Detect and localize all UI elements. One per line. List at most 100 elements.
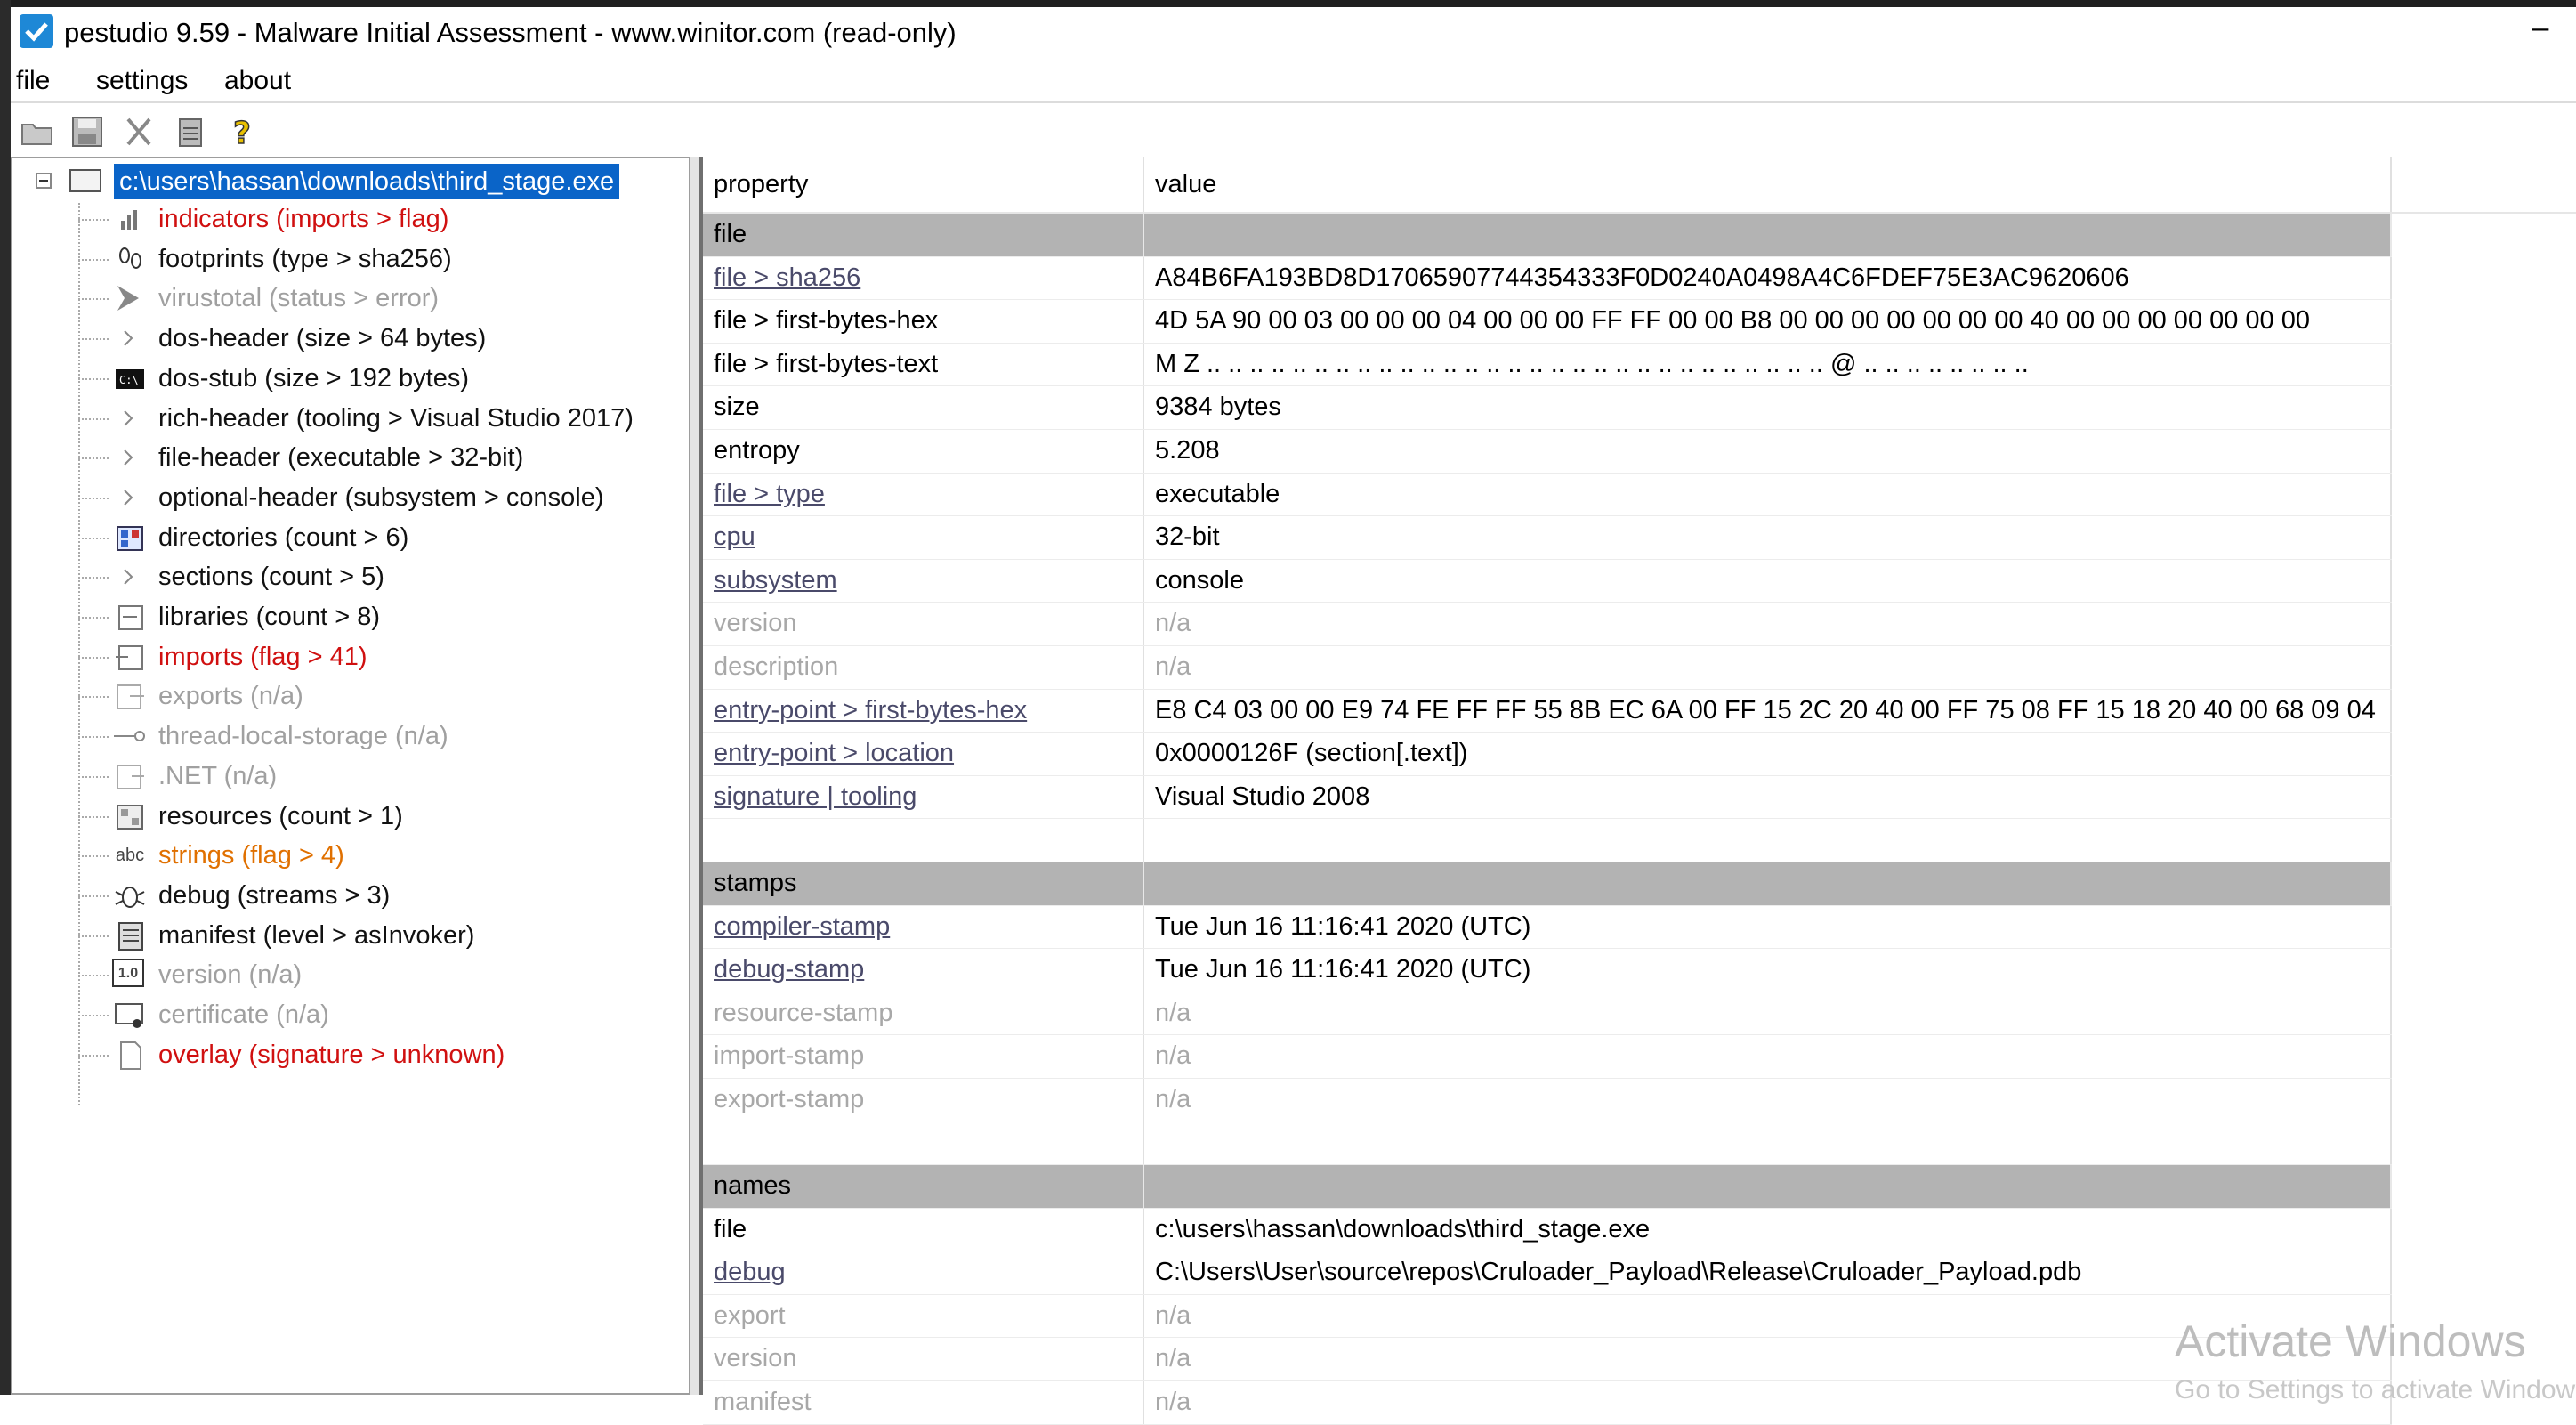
tree-item[interactable]: file-header (executable > 32-bit) [78,438,674,477]
grid-row[interactable]: signature | tooling Visual Studio 2008 [703,775,2392,820]
grid-row[interactable]: file > first-bytes-text M Z .. .. .. .. .… [703,343,2392,387]
panel-splitter[interactable] [690,157,699,1395]
grid-row[interactable]: manifest n/a [703,1381,2392,1425]
grid-row[interactable]: file > sha256 A84B6FA193BD8D1706590774435… [703,256,2392,301]
value-cell [1144,862,2392,905]
tree-item[interactable]: C:\ dos-stub (size > 192 bytes) [78,359,674,398]
page-icon [112,1039,148,1071]
tree-item[interactable]: optional-header (subsystem > console) [78,478,674,517]
tree-item[interactable]: thread-local-storage (n/a) [78,717,674,756]
property-cell: manifest [703,1381,1144,1424]
column-header-property[interactable]: property [703,157,1144,212]
tree-item[interactable]: sections (count > 5) [78,557,674,596]
grid-row[interactable]: entry-point > location 0x0000126F (sectio… [703,733,2392,776]
property-cell [703,1121,1144,1165]
property-cell[interactable]: entry-point > first-bytes-hex [703,689,1144,733]
tree-item[interactable]: .NET (n/a) [78,757,674,796]
value-cell: n/a [1144,603,2392,645]
value-cell: 5.208 [1144,429,2392,473]
grid-row[interactable] [703,1121,2392,1166]
chevron-right-icon [112,402,148,434]
save-icon[interactable] [69,114,105,150]
tree-panel[interactable]: c:\users\hassan\downloads\third_stage.ex… [11,157,690,1395]
grid-row[interactable]: compiler-stamp Tue Jun 16 11:16:41 2020 (… [703,905,2392,950]
property-cell: stamps [703,862,1144,905]
property-link[interactable]: cpu [714,522,755,551]
grid-row[interactable]: version n/a [703,1338,2392,1382]
property-cell[interactable]: entry-point > location [703,733,1144,775]
property-link[interactable]: subsystem [714,566,837,595]
clipboard-icon[interactable] [173,114,208,150]
grid-row[interactable]: entry-point > first-bytes-hex E8 C4 03 00… [703,689,2392,733]
tree-item[interactable]: footprints (type > sha256) [78,239,674,279]
tree-root-file[interactable]: c:\users\hassan\downloads\third_stage.ex… [114,164,620,199]
minimize-button[interactable]: – [2514,12,2567,50]
property-cell[interactable]: cpu [703,516,1144,559]
tree-item[interactable]: indicators (imports > flag) [78,199,674,239]
property-link[interactable]: file > type [714,480,825,508]
value-cell: n/a [1144,992,2392,1035]
property-cell[interactable]: file > sha256 [703,256,1144,300]
tree-item[interactable]: resources (count > 1) [78,797,674,836]
grid-row[interactable]: file > first-bytes-hex 4D 5A 90 00 03 00 … [703,300,2392,344]
tree-item[interactable]: overlay (signature > unknown) [78,1035,674,1074]
property-cell[interactable]: signature | tooling [703,775,1144,819]
grid-row[interactable]: file > type executable [703,473,2392,517]
property-cell[interactable]: file > type [703,473,1144,516]
grid-row[interactable]: debug C:\Users\User\source\repos\Cruloade… [703,1251,2392,1295]
grid-row[interactable]: size 9384 bytes [703,386,2392,430]
property-link[interactable]: signature | tooling [714,782,917,811]
tree-item[interactable]: libraries (count > 8) [78,597,674,636]
grid-row[interactable]: version n/a [703,603,2392,646]
tree-item[interactable]: exports (n/a) [78,676,674,716]
cut-icon[interactable] [121,114,157,150]
property-cell[interactable]: debug [703,1251,1144,1294]
grid-row[interactable]: resource-stamp n/a [703,992,2392,1036]
tree-connector-line [78,219,109,221]
property-cell[interactable]: compiler-stamp [703,905,1144,949]
grid-row[interactable]: export-stamp n/a [703,1078,2392,1122]
menu-settings[interactable]: settings [96,66,188,96]
tree-item[interactable]: debug (streams > 3) [78,876,674,915]
grid-row[interactable]: file c:\users\hassan\downloads\third_stag… [703,1208,2392,1252]
property-link[interactable]: debug [714,1258,786,1286]
property-cell[interactable]: subsystem [703,559,1144,603]
grid-section-row[interactable]: file [703,214,2392,257]
grid-row[interactable]: export n/a [703,1294,2392,1339]
column-header-value[interactable]: value [1144,157,2392,212]
property-cell[interactable]: debug-stamp [703,949,1144,992]
collapse-toggle-icon[interactable] [36,173,52,189]
grid-row[interactable]: cpu 32-bit [703,516,2392,560]
property-label: resource-stamp [714,998,893,1027]
grid-row[interactable]: description n/a [703,645,2392,690]
value-cell: Visual Studio 2008 [1144,775,2392,819]
tree-item[interactable]: directories (count > 6) [78,518,674,557]
tree-item[interactable]: manifest (level > asInvoker) [78,916,674,955]
property-link[interactable]: entry-point > location [714,739,954,767]
tree-item[interactable]: 1.0 version (n/a) [78,955,674,994]
tree-item[interactable]: rich-header (tooling > Visual Studio 201… [78,399,674,438]
value-cell: executable [1144,473,2392,516]
grid-row[interactable]: import-stamp n/a [703,1035,2392,1079]
property-link[interactable]: file > sha256 [714,263,860,292]
tree-item[interactable]: imports (flag > 41) [78,637,674,676]
menu-about[interactable]: about [224,66,291,96]
property-link[interactable]: compiler-stamp [714,912,890,941]
title-bar[interactable]: pestudio 9.59 - Malware Initial Assessme… [11,7,2576,61]
tree-item[interactable]: certificate (n/a) [78,995,674,1034]
property-link[interactable]: entry-point > first-bytes-hex [714,696,1027,725]
property-link[interactable]: debug-stamp [714,955,864,984]
tree-item[interactable]: abc strings (flag > 4) [78,836,674,875]
grid-row[interactable]: debug-stamp Tue Jun 16 11:16:41 2020 (UTC… [703,949,2392,992]
open-folder-icon[interactable] [20,114,55,150]
grid-row[interactable]: subsystem console [703,559,2392,603]
grid-section-row[interactable]: names [703,1165,2392,1209]
grid-section-row[interactable]: stamps [703,862,2392,906]
tree-item[interactable]: virustotal (status > error) [78,279,674,318]
directories-icon [112,522,148,554]
menu-file[interactable]: file [16,66,50,96]
grid-row[interactable] [703,819,2392,862]
grid-row[interactable]: entropy 5.208 [703,429,2392,474]
tree-item[interactable]: dos-header (size > 64 bytes) [78,319,674,358]
help-icon[interactable]: ? [224,114,260,150]
